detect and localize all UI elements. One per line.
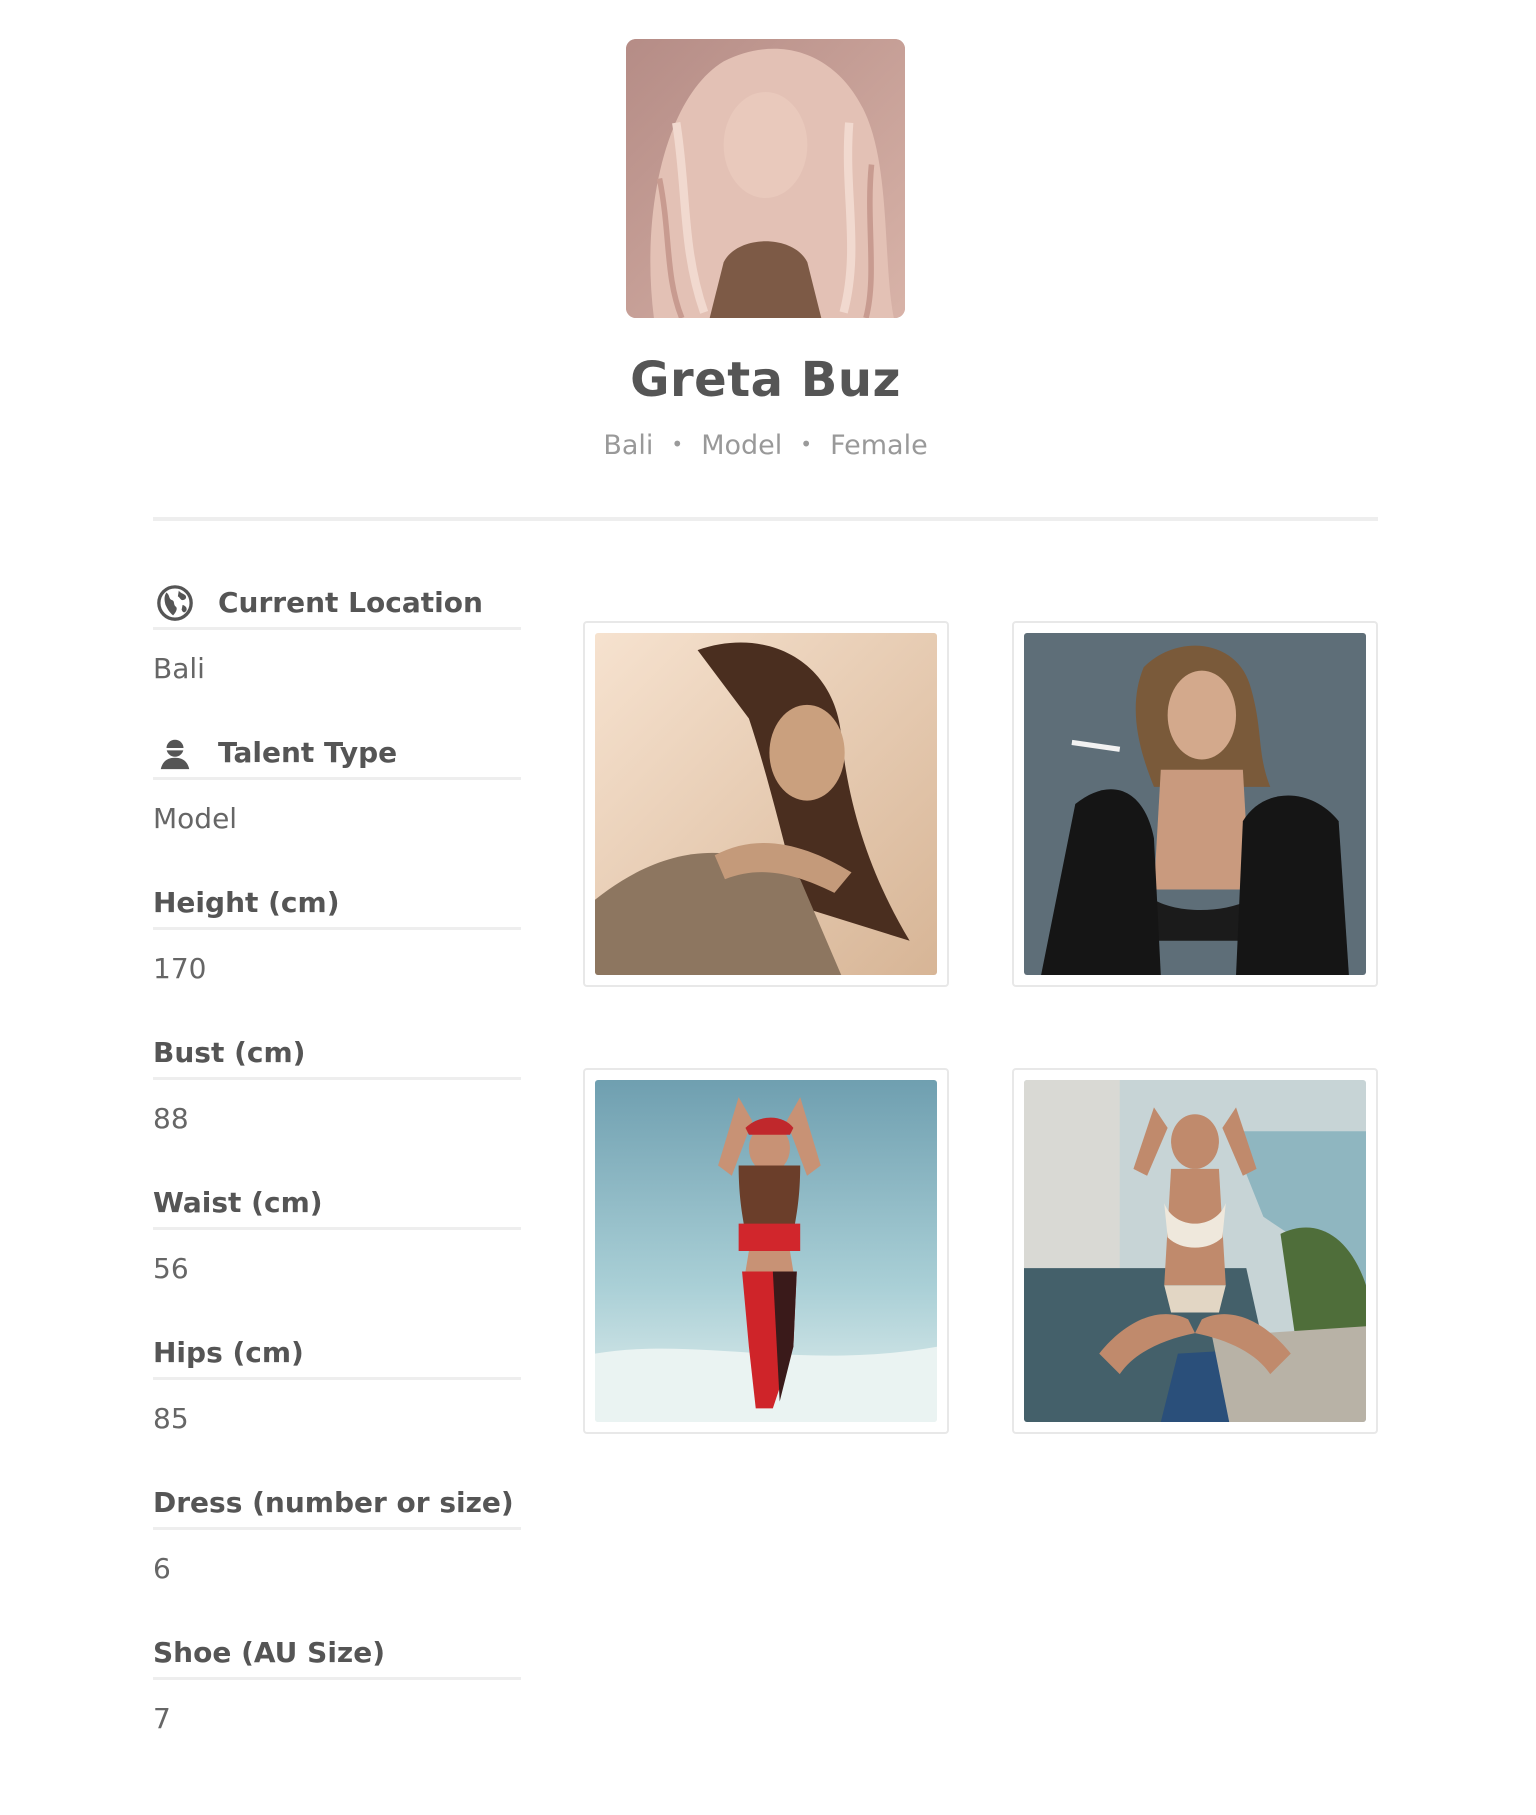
beach-red-outfit <box>595 1080 937 1422</box>
portrait-sequin-dress <box>595 633 937 975</box>
attribute-hips: Hips (cm) 85 <box>153 1328 521 1478</box>
attribute-label: Shoe (AU Size) <box>153 1628 521 1680</box>
gallery-photo-4[interactable] <box>1012 1068 1378 1434</box>
meta-gender: Female <box>830 430 928 461</box>
attribute-height: Height (cm) 170 <box>153 878 521 1028</box>
meta-separator: • <box>671 432 684 456</box>
profile-meta: Bali • Model • Female <box>0 426 1531 464</box>
attribute-label: Dress (number or size) <box>153 1478 521 1530</box>
attribute-value: 85 <box>153 1402 189 1435</box>
profile-name: Greta Buz <box>630 352 901 408</box>
attribute-bust: Bust (cm) 88 <box>153 1028 521 1178</box>
attribute-value: 88 <box>153 1102 189 1135</box>
gallery-photo-3[interactable] <box>583 1068 949 1434</box>
attribute-label: Hips (cm) <box>153 1328 521 1380</box>
attribute-label: Waist (cm) <box>153 1178 521 1230</box>
attribute-label: Bust (cm) <box>153 1028 521 1080</box>
poolside-white-bikini <box>1024 1080 1366 1422</box>
meta-location: Bali <box>603 430 654 461</box>
gallery-photo-1[interactable] <box>583 621 949 987</box>
attributes-list: Current Location Bali Talent Type Model … <box>153 578 521 1778</box>
portrait-black-blazer <box>1024 633 1366 975</box>
attribute-current-location: Current Location Bali <box>153 578 521 728</box>
attribute-value: 56 <box>153 1252 189 1285</box>
attribute-value: Bali <box>153 652 205 685</box>
attribute-label: Height (cm) <box>153 878 521 930</box>
attribute-dress: Dress (number or size) 6 <box>153 1478 521 1628</box>
gallery-photo-2[interactable] <box>1012 621 1378 987</box>
profile-photo <box>626 39 905 318</box>
profile-avatar <box>626 39 905 318</box>
globe-icon <box>156 584 194 622</box>
attribute-label: Talent Type <box>218 736 398 769</box>
attribute-waist: Waist (cm) 56 <box>153 1178 521 1328</box>
meta-talent-type: Model <box>701 430 783 461</box>
attribute-value: 170 <box>153 952 207 985</box>
attribute-shoe: Shoe (AU Size) 7 <box>153 1628 521 1778</box>
person-icon <box>156 734 194 772</box>
attribute-value: Model <box>153 802 238 835</box>
attribute-value: 6 <box>153 1552 171 1585</box>
attribute-talent-type: Talent Type Model <box>153 728 521 878</box>
meta-separator: • <box>800 432 813 456</box>
attribute-value: 7 <box>153 1702 171 1735</box>
attribute-label: Current Location <box>218 586 483 619</box>
header-divider <box>153 517 1378 521</box>
